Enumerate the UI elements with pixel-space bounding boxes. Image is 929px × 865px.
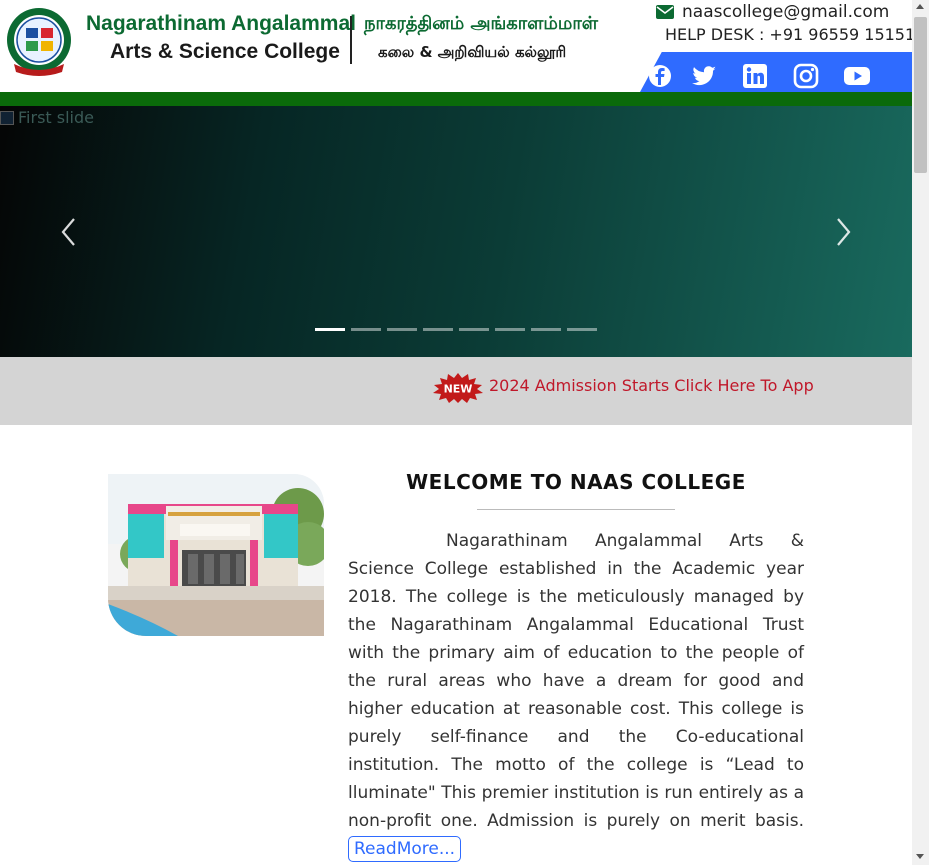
college-name-ta-line1: நாகரத்தினம் அங்காளம்மாள் <box>364 13 598 34</box>
facebook-icon[interactable] <box>646 62 674 90</box>
contact-email[interactable]: naascollege@gmail.com <box>656 2 889 22</box>
college-crest-icon[interactable] <box>4 6 74 78</box>
twitter-icon[interactable] <box>690 62 718 90</box>
college-name-en-line1: Nagarathinam Angalammal <box>86 12 356 35</box>
scrollbar-thumb[interactable] <box>914 17 927 173</box>
new-badge-label: NEW <box>444 383 473 396</box>
carousel-indicator[interactable] <box>387 328 417 331</box>
new-badge-icon: NEW <box>433 373 483 403</box>
carousel-indicator[interactable] <box>531 328 561 331</box>
announcement-marquee[interactable]: NEW 2024 Admission Starts Click Here To … <box>0 357 912 425</box>
college-name-tamil[interactable]: நாகரத்தினம் அங்காளம்மாள் கலை & அறிவியல் … <box>364 10 598 66</box>
broken-image-icon <box>0 110 14 125</box>
carousel-indicator[interactable] <box>459 328 489 331</box>
carousel-indicator[interactable] <box>351 328 381 331</box>
hero-carousel[interactable]: First slide <box>0 106 912 357</box>
welcome-heading: WELCOME TO NAAS COLLEGE <box>406 470 746 494</box>
vertical-scrollbar[interactable] <box>912 0 929 865</box>
carousel-indicator[interactable] <box>315 328 345 331</box>
welcome-body-text: Nagarathinam Angalammal Arts & Science C… <box>348 531 804 831</box>
green-nav-strip <box>0 92 912 106</box>
site-header: Nagarathinam Angalammal Arts & Science C… <box>0 0 915 92</box>
carousel-indicator[interactable] <box>567 328 597 331</box>
broken-slide-image: First slide <box>0 108 94 127</box>
youtube-icon[interactable] <box>843 62 871 90</box>
carousel-indicator[interactable] <box>423 328 453 331</box>
header-divider <box>350 16 352 64</box>
email-text: naascollege@gmail.com <box>682 2 890 22</box>
linkedin-icon[interactable] <box>741 62 769 90</box>
college-name-en-line2: Arts & Science College <box>110 40 340 63</box>
scroll-down-arrow-icon[interactable] <box>916 854 924 859</box>
carousel-indicator[interactable] <box>495 328 525 331</box>
chevron-left-icon[interactable] <box>58 216 78 248</box>
college-name-english[interactable]: Nagarathinam Angalammal Arts & Science C… <box>86 10 356 66</box>
welcome-paragraph: Nagarathinam Angalammal Arts & Science C… <box>348 527 804 863</box>
social-links-bar <box>640 52 912 92</box>
heading-underline <box>477 509 675 510</box>
envelope-icon <box>656 5 674 19</box>
slide-alt-text: First slide <box>18 108 94 127</box>
admission-announcement-link[interactable]: 2024 Admission Starts Click Here To App <box>489 376 814 395</box>
scroll-up-arrow-icon[interactable] <box>916 4 924 9</box>
instagram-icon[interactable] <box>792 62 820 90</box>
carousel-indicators <box>315 328 597 331</box>
college-name-ta-line2: கலை & அறிவியல் கல்லூரி <box>378 43 567 61</box>
read-more-button[interactable]: ReadMore... <box>348 836 462 862</box>
campus-building-image <box>108 474 324 636</box>
help-desk-phone[interactable]: HELP DESK : +91 96559 15151 <box>665 25 915 44</box>
chevron-right-icon[interactable] <box>834 216 854 248</box>
